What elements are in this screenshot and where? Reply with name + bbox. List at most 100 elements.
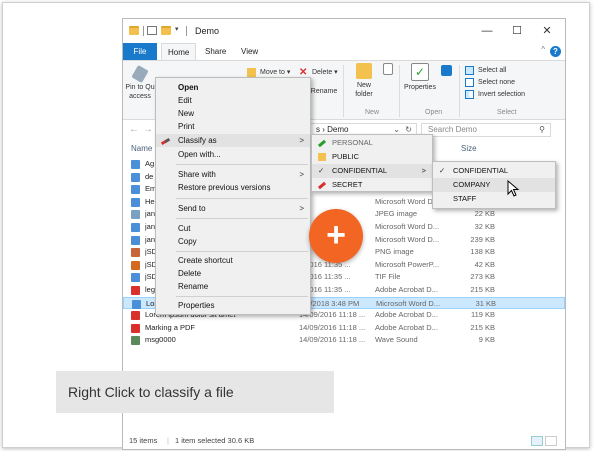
- classify-submenu: PERSONAL PUBLIC ✓ CONFIDENTIAL > SECRET: [311, 134, 433, 192]
- invert-selection-button[interactable]: Invert selection: [465, 89, 525, 100]
- divider: [186, 26, 187, 36]
- green-pen-icon: [317, 139, 327, 148]
- chevron-up-icon[interactable]: ^: [541, 45, 545, 54]
- secret-label: SECRET: [332, 180, 363, 189]
- check-icon: ✓: [439, 166, 446, 175]
- confidential-option-company[interactable]: COMPANY: [433, 178, 555, 192]
- new-item-button[interactable]: [381, 63, 395, 77]
- pin-quick-access-button[interactable]: Pin to Qu access: [125, 64, 155, 101]
- customize-toolbar-icon[interactable]: ▾: [175, 25, 179, 33]
- file-name: Marking a PDF: [145, 322, 196, 332]
- file-type-icon: [131, 336, 140, 346]
- menu-item-print[interactable]: Print: [156, 120, 310, 133]
- group-new-label: New: [365, 109, 380, 116]
- details-view-icon[interactable]: [531, 436, 543, 446]
- file-row[interactable]: msg0000 14/09/2016 11:18 ... Wave Sound 9 K…: [123, 334, 565, 346]
- tab-view[interactable]: View: [235, 43, 264, 60]
- minimize-button[interactable]: —: [475, 23, 499, 39]
- menu-divider: [176, 198, 308, 199]
- file-type: Adobe Acrobat D...: [375, 322, 438, 332]
- confidential-submenu: ✓ CONFIDENTIAL COMPANY STAFF: [432, 161, 556, 209]
- menu-item-properties[interactable]: Properties: [156, 299, 310, 312]
- submenu-arrow-icon: >: [299, 204, 304, 213]
- company-label: COMPANY: [453, 180, 491, 189]
- menu-item-share-with[interactable]: Share with >: [156, 168, 310, 181]
- classify-personal[interactable]: PERSONAL: [312, 136, 432, 150]
- caption-banner: Right Click to classify a file: [56, 371, 334, 413]
- column-header-name[interactable]: Name: [131, 141, 152, 157]
- menu-divider: [176, 218, 308, 219]
- confidential-option-confidential[interactable]: ✓ CONFIDENTIAL: [433, 164, 555, 178]
- menu-item-open-with[interactable]: Open with...: [156, 148, 310, 161]
- file-row[interactable]: Marking a PDF 14/09/2016 11:18 ... Adobe A…: [123, 322, 565, 334]
- properties-quick-icon[interactable]: [147, 26, 157, 35]
- large-icons-view-icon[interactable]: [545, 436, 557, 446]
- file-type: PNG image: [375, 247, 414, 257]
- group-select-label: Select: [497, 109, 517, 116]
- menu-item-rename[interactable]: Rename: [156, 280, 310, 293]
- search-input[interactable]: Search Demo ⚲: [421, 123, 551, 137]
- select-all-icon: [465, 66, 474, 75]
- pin-label: Pin to Qu access: [125, 84, 155, 100]
- classify-public[interactable]: PUBLIC: [312, 150, 432, 164]
- menu-item-copy[interactable]: Copy: [156, 235, 310, 248]
- rename-button[interactable]: Rename: [309, 87, 339, 96]
- menu-item-send-to[interactable]: Send to >: [156, 202, 310, 215]
- help-icon[interactable]: ?: [550, 46, 561, 57]
- menu-item-create-shortcut[interactable]: Create shortcut: [156, 254, 310, 267]
- confidential-option-staff[interactable]: STAFF: [433, 192, 555, 206]
- new-folder-button[interactable]: New folder: [349, 63, 379, 99]
- properties-icon: ✓: [411, 63, 429, 81]
- delete-x-icon: ✕: [299, 67, 308, 78]
- open-button[interactable]: [439, 65, 453, 78]
- file-type: Wave Sound: [375, 335, 418, 345]
- tab-share[interactable]: Share: [199, 43, 232, 60]
- file-size: 215 KB: [470, 322, 495, 332]
- menu-item-new[interactable]: New: [156, 107, 310, 120]
- pin-icon: [131, 64, 149, 84]
- menu-item-classify-as[interactable]: Classify as >: [156, 134, 310, 147]
- search-icon: ⚲: [539, 125, 545, 134]
- forward-arrow-icon[interactable]: →: [143, 124, 153, 135]
- close-button[interactable]: ✕: [535, 23, 559, 39]
- tab-file[interactable]: File: [123, 43, 157, 60]
- maximize-button[interactable]: ☐: [505, 23, 529, 39]
- file-type-icon: [131, 323, 140, 333]
- new-folder-quick-icon[interactable]: [161, 26, 171, 35]
- file-size: 239 KB: [470, 234, 495, 244]
- submenu-arrow-icon: >: [421, 166, 426, 175]
- group-open-label: Open: [425, 109, 443, 116]
- window-title: Demo: [195, 26, 220, 36]
- tab-home[interactable]: Home: [161, 43, 197, 60]
- menu-item-delete[interactable]: Delete: [156, 267, 310, 280]
- select-none-button[interactable]: Select none: [465, 77, 515, 88]
- column-header-size[interactable]: Size: [461, 141, 477, 157]
- folder-icon: [129, 26, 139, 35]
- file-type-icon: [131, 160, 140, 169]
- menu-item-cut[interactable]: Cut: [156, 222, 310, 235]
- file-type: Microsoft PowerP...: [375, 259, 440, 269]
- menu-divider: [176, 251, 308, 252]
- share-with-label: Share with: [178, 170, 216, 179]
- confidential-option-label: CONFIDENTIAL: [453, 166, 509, 175]
- classify-confidential[interactable]: ✓ CONFIDENTIAL >: [312, 164, 432, 178]
- menu-item-edit[interactable]: Edit: [156, 94, 310, 107]
- staff-label: STAFF: [453, 194, 477, 203]
- divider: [343, 65, 344, 117]
- classify-pen-icon: [160, 137, 171, 146]
- file-type-icon: [131, 210, 140, 220]
- confidential-label: CONFIDENTIAL: [332, 166, 388, 175]
- classify-secret[interactable]: SECRET: [312, 178, 432, 192]
- red-pen-icon: [317, 181, 327, 190]
- back-arrow-icon[interactable]: ←: [129, 124, 139, 135]
- file-type-icon: [131, 197, 140, 207]
- file-size: 138 KB: [470, 247, 495, 257]
- select-all-label: Select all: [478, 67, 507, 74]
- file-type: Adobe Acrobat D...: [375, 285, 438, 294]
- file-size: 273 KB: [470, 272, 495, 282]
- select-all-button[interactable]: Select all: [465, 65, 506, 76]
- add-button[interactable]: +: [309, 209, 363, 263]
- menu-item-restore-versions[interactable]: Restore previous versions: [156, 181, 310, 194]
- menu-item-open[interactable]: Open: [156, 81, 310, 94]
- properties-button[interactable]: ✓ Properties: [401, 63, 439, 92]
